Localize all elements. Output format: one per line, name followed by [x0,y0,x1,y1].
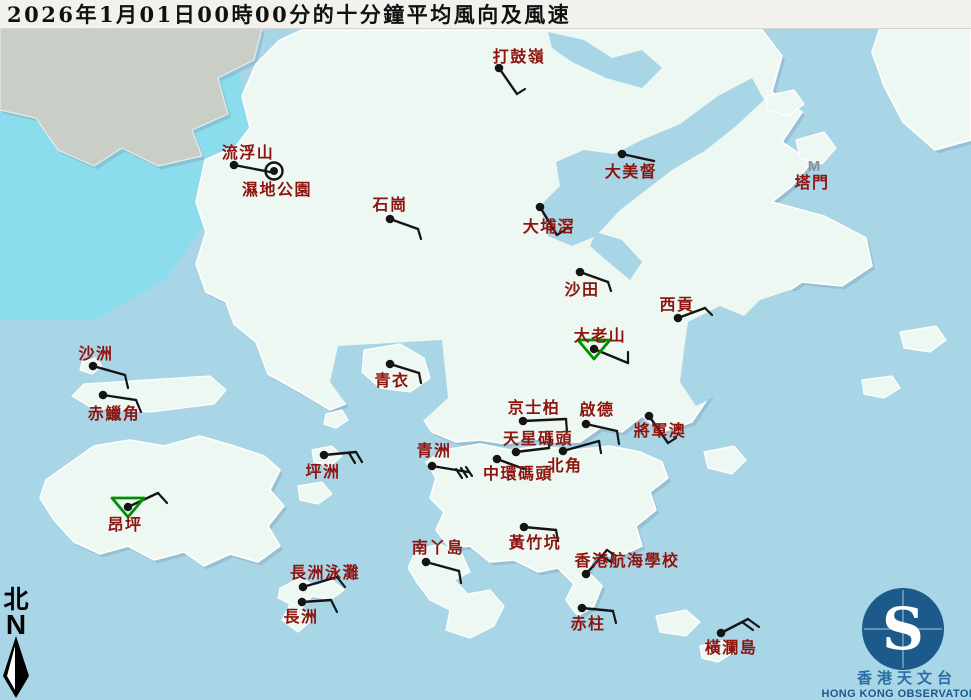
station-label: 京士柏 [508,398,561,417]
station-dot-icon [575,267,585,277]
station-label: 塔門 [794,173,829,192]
station-label: 香港航海學校 [573,551,679,570]
map-canvas: 打鼓嶺流浮山濕地公園石崗大美督 M塔門大埔滘沙田西貢大老山沙洲赤鱲角青衣坪洲青洲京… [0,0,971,700]
compass-north-en: N [6,609,26,640]
station-label: 橫瀾島 [705,638,758,657]
station-dot-icon [535,202,545,212]
station-label: 中環碼頭 [483,464,553,483]
station-dot-icon [511,447,521,457]
station-label: 沙洲 [78,344,113,363]
station-label: 西貢 [659,295,694,314]
hko-name-en: HONG KONG OBSERVATORY [821,688,971,700]
station-dot-icon [617,149,627,159]
station-dot-icon [270,167,278,175]
station-label: 沙田 [564,280,599,299]
station-dot-icon [518,416,528,426]
hko-logo-monogram: S [882,595,924,663]
station-label: 長洲 [283,607,318,626]
station-dot-icon [492,454,502,464]
station-label: 濕地公園 [242,180,312,199]
station-dot-icon [298,582,308,592]
hko-wind-map: 打鼓嶺 流浮山 濕地公園 石崗 大美督 M 塔門 大埔滘 沙田 西貢 大老山 沙洲 赤鱲角 青衣 坪洲 青洲京… [0,0,971,700]
station-dot-icon [297,597,307,607]
station-dot-icon [98,390,108,400]
station-dot-icon [577,603,587,613]
hko-name-cn: 香港天文台 [857,669,957,687]
station-dot-icon [716,628,726,638]
station-dot-icon [673,313,683,323]
station-label: 南丫島 [412,538,465,557]
station-dot-icon [519,522,529,532]
station-dot-icon [427,461,437,471]
station-dot-icon [558,446,568,456]
title-bar: 2026年1月01日00時00分的十分鐘平均風向及風速 [0,0,971,29]
station-dot-icon [581,419,591,429]
station-dot-icon [581,569,591,579]
station-label: 石崗 [371,195,407,214]
station-label: 大老山 [574,326,627,345]
station-label: 赤鱲角 [88,404,141,423]
station-dot-icon [385,214,395,224]
station-label: 啟德 [579,400,614,419]
station-dot-icon [421,557,431,567]
station-label: 坪洲 [305,462,340,481]
station-label: 天星碼頭 [503,429,573,448]
station-dot-icon [123,502,133,512]
station-label: 赤柱 [570,614,605,633]
station-label: 大美督 [605,162,658,181]
station-label: 黃竹坑 [508,533,562,552]
station-label: 流浮山 [222,143,275,162]
station-label: 大埔滘 [523,217,576,236]
station-label: 長洲泳灘 [290,563,360,582]
station-label: 青洲 [416,441,451,460]
station-label: 昂坪 [107,515,142,534]
station-dot-icon [319,450,329,460]
station-label: 打鼓嶺 [493,47,546,66]
station-label: 青衣 [374,371,409,390]
map-title: 2026年1月01日00時00分的十分鐘平均風向及風速 [7,2,572,27]
station-label: 將軍澳 [634,421,687,440]
station-dot-icon [589,344,599,354]
station-dot-icon [385,359,395,369]
station-dot-icon [644,411,654,421]
